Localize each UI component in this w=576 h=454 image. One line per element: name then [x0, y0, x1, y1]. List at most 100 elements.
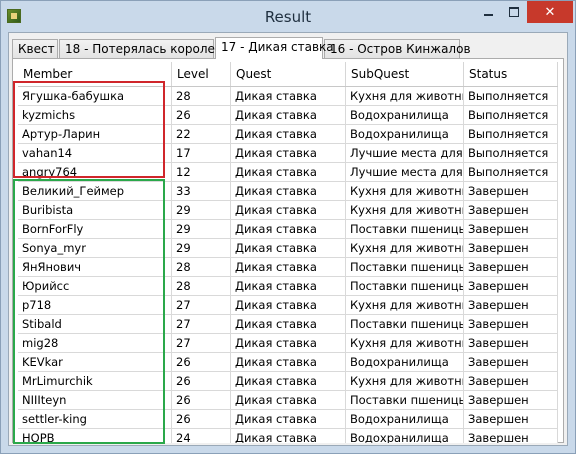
table-row[interactable]: NIIIteyn 26 Дикая ставка Поставки пшеницы За… — [18, 391, 558, 410]
cell-quest: Дикая ставка — [231, 106, 346, 124]
cell-level: 12 — [172, 163, 231, 181]
table-row[interactable]: Sonya_myr29Дикая ставкаКухня для животны… — [18, 239, 558, 258]
cell-member: ЯнЯнович — [18, 258, 172, 276]
cell-status: Завершен — [464, 315, 558, 333]
cell-subquest: Лучшие места для пр — [346, 144, 464, 162]
cell-status: Завершен — [464, 239, 558, 257]
cell-subquest: Водохранилища — [346, 410, 464, 428]
table-row[interactable]: Ягушка-бабушка 28 Дикая ставка Кухня для жи… — [18, 87, 558, 106]
column-header-subquest[interactable]: SubQuest — [346, 62, 464, 86]
cell-subquest: Кухня для животных — [346, 87, 464, 105]
cell-quest: Дикая ставка — [231, 429, 346, 443]
table-row[interactable]: vahan1417Дикая ставкаЛучшие места для пр… — [18, 144, 558, 163]
table-row[interactable]: kyzmichs 26 Дикая ставка Водохранилища Выпол… — [18, 106, 558, 125]
table-row[interactable]: BornForFly 29 Дикая ставка Поставки пшеницы… — [18, 220, 558, 239]
cell-quest: Дикая ставка — [231, 144, 346, 162]
cell-level: 22 — [172, 125, 231, 143]
cell-subquest: Кухня для животных — [346, 296, 464, 314]
table-row[interactable]: MrLimurchik 26 Дикая ставка Кухня для живот… — [18, 372, 558, 391]
cell-quest: Дикая ставка — [231, 125, 346, 143]
cell-status: Выполняется — [464, 125, 558, 143]
table-row[interactable]: angry76412Дикая ставкаЛучшие места для п… — [18, 163, 558, 182]
table-row[interactable]: Великий_Геймер 33 Дикая ставка Кухня для жи… — [18, 182, 558, 201]
column-header-member[interactable]: Member — [18, 62, 172, 86]
cell-member: MrLimurchik — [18, 372, 172, 390]
cell-subquest: Поставки пшеницы — [346, 277, 464, 295]
cell-level: 27 — [172, 296, 231, 314]
cell-quest: Дикая ставка — [231, 239, 346, 257]
cell-status: Завершен — [464, 296, 558, 314]
tab-panel: Member Level Quest SubQuest Status Ягушк… — [12, 58, 564, 443]
cell-member: BornForFly — [18, 220, 172, 238]
cell-subquest: Водохранилища — [346, 125, 464, 143]
cell-member: НОРВ — [18, 429, 172, 443]
cell-quest: Дикая ставка — [231, 87, 346, 105]
table-row[interactable]: p71827Дикая ставкаКухня для животныхЗаве… — [18, 296, 558, 315]
cell-level: 29 — [172, 239, 231, 257]
tab-wild-bet[interactable]: 17 - Дикая ставка — [215, 37, 334, 59]
cell-status: Завершен — [464, 372, 558, 390]
cell-status: Завершен — [464, 429, 558, 443]
cell-subquest: Кухня для животных — [346, 334, 464, 352]
table-row[interactable]: Stibald 27 Дикая ставка Поставки пшеницы Зав… — [18, 315, 558, 334]
tab-quest[interactable]: Квест — [12, 39, 58, 58]
cell-level: 29 — [172, 220, 231, 238]
cell-subquest: Кухня для животных — [346, 239, 464, 257]
cell-level: 28 — [172, 258, 231, 276]
cell-member: Stibald — [18, 315, 172, 333]
minimize-icon — [483, 14, 493, 16]
cell-member: angry764 — [18, 163, 172, 181]
cell-member: vahan14 — [18, 144, 172, 162]
cell-level: 29 — [172, 201, 231, 219]
column-header-quest[interactable]: Quest — [231, 62, 346, 86]
column-header-level[interactable]: Level — [172, 62, 231, 86]
cell-level: 24 — [172, 429, 231, 443]
cell-member: kyzmichs — [18, 106, 172, 124]
table-row[interactable]: НОРВ 24 Дикая ставка Водохранилища Завершен — [18, 429, 558, 443]
tab-lost-queen[interactable]: 18 - Потерялась королева — [59, 39, 229, 58]
table-row[interactable]: KEVkar 26 Дикая ставка Водохранилища Заверше… — [18, 353, 558, 372]
members-grid[interactable]: Member Level Quest SubQuest Status Ягушк… — [18, 62, 558, 443]
cell-level: 28 — [172, 277, 231, 295]
table-row[interactable]: Buribista29Дикая ставкаКухня для животны… — [18, 201, 558, 220]
column-header-status[interactable]: Status — [464, 62, 558, 86]
cell-level: 17 — [172, 144, 231, 162]
cell-status: Выполняется — [464, 106, 558, 124]
table-row[interactable]: Артур-Ларин 22 Дикая ставка Водохранилища Вы… — [18, 125, 558, 144]
cell-level: 26 — [172, 372, 231, 390]
cell-level: 26 — [172, 391, 231, 409]
table-row[interactable]: settler-king 26 Дикая ставка Водохранилища З… — [18, 410, 558, 429]
cell-member: KEVkar — [18, 353, 172, 371]
cell-subquest: Лучшие места для пр — [346, 163, 464, 181]
cell-status: Завершен — [464, 201, 558, 219]
title-bar[interactable]: Result ✕ — [1, 1, 575, 32]
tab-dagger-island[interactable]: 16 - Остров Кинжалов — [324, 39, 471, 58]
table-row[interactable]: mig2827Дикая ставкаКухня для животныхЗав… — [18, 334, 558, 353]
cell-status: Завершен — [464, 182, 558, 200]
cell-status: Завершен — [464, 258, 558, 276]
cell-member: Sonya_myr — [18, 239, 172, 257]
cell-quest: Дикая ставка — [231, 258, 346, 276]
cell-subquest: Поставки пшеницы — [346, 315, 464, 333]
cell-subquest: Поставки пшеницы — [346, 220, 464, 238]
cell-subquest: Поставки пшеницы — [346, 258, 464, 276]
cell-status: Завершен — [464, 353, 558, 371]
grid-header: Member Level Quest SubQuest Status — [18, 62, 558, 87]
cell-quest: Дикая ставка — [231, 353, 346, 371]
table-row[interactable]: Юрийсс 28 Дикая ставка Поставки пшеницы Заве… — [18, 277, 558, 296]
cell-subquest: Водохранилища — [346, 106, 464, 124]
maximize-button[interactable] — [501, 1, 527, 23]
cell-subquest: Поставки пшеницы — [346, 391, 464, 409]
cell-status: Выполняется — [464, 144, 558, 162]
cell-quest: Дикая ставка — [231, 334, 346, 352]
cell-quest: Дикая ставка — [231, 182, 346, 200]
close-button[interactable]: ✕ — [527, 1, 573, 23]
table-row[interactable]: ЯнЯнович 28 Дикая ставка Поставки пшеницы За… — [18, 258, 558, 277]
cell-quest: Дикая ставка — [231, 315, 346, 333]
cell-status: Завершен — [464, 391, 558, 409]
cell-level: 27 — [172, 334, 231, 352]
cell-member: Великий_Геймер — [18, 182, 172, 200]
minimize-button[interactable] — [475, 1, 501, 23]
cell-status: Выполняется — [464, 163, 558, 181]
cell-status: Завершен — [464, 334, 558, 352]
